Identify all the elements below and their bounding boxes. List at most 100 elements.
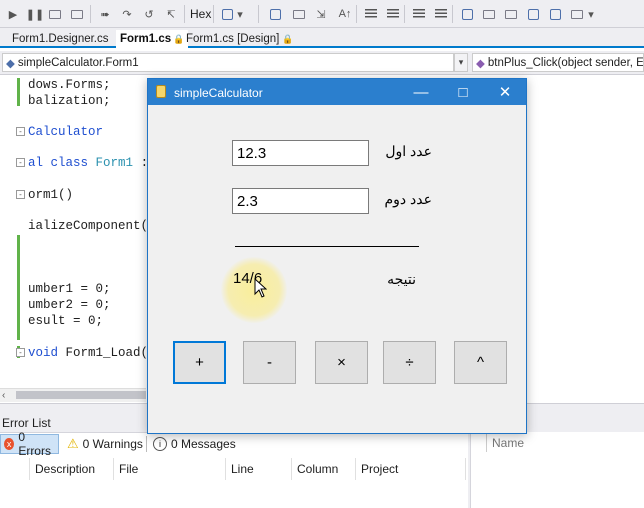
toolbar-separator — [404, 5, 405, 23]
tab-form1-design[interactable]: Form1.cs [Design] 🔒 — [182, 30, 298, 48]
column-header-line[interactable]: Line — [226, 458, 292, 480]
code-line[interactable]: dows.Forms; — [28, 78, 111, 92]
error-list-title: Error List — [2, 416, 51, 430]
warnings-filter-button[interactable]: ⚠ 0 Warnings — [64, 434, 146, 454]
toolbar-separator — [90, 5, 91, 23]
ide-toolbar: ▶ ❚❚ ➠ ↷ ↺ ↸ Hex ▾ ⇲ A↑ ▾ — [0, 0, 644, 28]
code-token: Calculator — [28, 125, 104, 139]
pin-icon[interactable]: 🔒 — [282, 34, 293, 45]
chevron-down-icon[interactable]: ▾ — [234, 5, 246, 23]
column-header-file[interactable]: File — [114, 458, 226, 480]
pause-icon[interactable]: ❚❚ — [26, 5, 44, 23]
toolbar-separator — [258, 5, 259, 23]
decrease-indent-icon[interactable] — [410, 5, 428, 23]
column-header-description[interactable]: Description — [30, 458, 114, 480]
number1-input[interactable]: 12.3 — [232, 140, 369, 166]
code-line[interactable]: void Form1_Load( — [28, 346, 148, 360]
change-marker — [17, 235, 20, 340]
errors-count: 0 Errors — [18, 430, 51, 458]
method-icon: ◆ — [476, 57, 485, 70]
comment-out-icon[interactable] — [362, 5, 380, 23]
uncomment-icon[interactable] — [384, 5, 402, 23]
code-line[interactable]: orm1() — [28, 188, 73, 202]
type-combo[interactable]: ◆ simpleCalculator.Form1 — [2, 53, 454, 72]
restart-icon[interactable] — [68, 5, 86, 23]
change-marker — [17, 78, 20, 106]
editor-margin — [0, 75, 14, 395]
divider-line — [235, 246, 419, 247]
step-over-icon[interactable]: ↺ — [140, 5, 158, 23]
continue-icon[interactable]: ▶ — [4, 5, 22, 23]
number2-input[interactable]: 2.3 — [232, 188, 369, 214]
collapse-icon[interactable]: - — [16, 190, 25, 199]
maximize-button[interactable]: □ — [442, 79, 484, 105]
document-tab-strip: Form1.Designer.cs Form1.cs 🔒 Form1.cs [De… — [0, 28, 644, 48]
step-into-icon[interactable]: ↷ — [118, 5, 136, 23]
messages-filter-button[interactable]: i 0 Messages — [150, 434, 239, 454]
divide-button[interactable]: ÷ — [383, 341, 436, 384]
tab-label: Form1.cs [Design] — [186, 33, 280, 45]
column-header-blank[interactable] — [14, 458, 30, 480]
code-line[interactable]: al class Form1 : — [28, 156, 148, 170]
scroll-left-icon[interactable]: ‹ — [2, 388, 14, 402]
toolbar-separator — [184, 5, 185, 23]
power-button[interactable]: ^ — [454, 341, 507, 384]
toolbar-separator — [146, 436, 147, 452]
code-token: Form1 — [95, 156, 134, 170]
column-header-project[interactable]: Project — [356, 458, 466, 480]
bookmark-prev-folder-icon[interactable] — [524, 5, 542, 23]
tab-form1-cs[interactable]: Form1.cs 🔒 — [116, 30, 189, 48]
minus-button[interactable]: - — [243, 341, 296, 384]
collapse-icon[interactable]: - — [16, 127, 25, 136]
tab-form1-designer-cs[interactable]: Form1.Designer.cs — [8, 30, 113, 48]
tab-label: Form1.cs — [120, 33, 172, 45]
bookmark-next-folder-icon[interactable] — [546, 5, 564, 23]
multiply-button[interactable]: × — [315, 341, 368, 384]
result-label: نتیجه — [387, 271, 416, 287]
number2-label: عدد دوم — [384, 191, 433, 207]
chevron-down-icon[interactable]: ▾ — [454, 53, 468, 72]
hex-toggle-button[interactable]: Hex — [188, 5, 213, 23]
code-line[interactable]: umber1 = 0; — [28, 282, 111, 296]
clear-bookmarks-icon[interactable] — [568, 5, 586, 23]
stop-icon[interactable] — [46, 5, 64, 23]
increase-indent-icon[interactable] — [432, 5, 450, 23]
align-rights-icon[interactable]: ⇲ — [312, 5, 330, 23]
column-header-name[interactable]: Name — [486, 434, 644, 452]
class-icon: ◆ — [6, 57, 15, 70]
info-icon: i — [153, 437, 167, 451]
chevron-down-icon[interactable]: ▾ — [586, 5, 596, 23]
warnings-count: 0 Warnings — [82, 437, 143, 451]
minimize-button[interactable]: — — [400, 79, 442, 105]
toolbar-separator — [213, 5, 214, 23]
close-button[interactable]: ✕ — [484, 79, 526, 105]
navigation-bar: ◆ simpleCalculator.Form1 ▾ ◆ btnPlus_Cli… — [0, 51, 644, 75]
code-line[interactable]: esult = 0; — [28, 314, 103, 328]
number1-label: عدد اول — [385, 143, 432, 159]
show-next-statement-icon[interactable]: ➠ — [96, 5, 114, 23]
plus-button[interactable]: + — [173, 341, 226, 384]
align-centers-icon[interactable] — [290, 5, 308, 23]
bookmark-toggle-icon[interactable] — [458, 5, 476, 23]
errors-filter-button[interactable]: x 0 Errors — [0, 430, 59, 458]
bookmark-next-icon[interactable] — [502, 5, 520, 23]
code-line[interactable]: Calculator — [28, 125, 103, 139]
bookmark-prev-icon[interactable] — [480, 5, 498, 23]
member-combo-value: btnPlus_Click(object sender, Ev — [487, 56, 644, 69]
align-lefts-icon[interactable] — [266, 5, 284, 23]
font-size-icon[interactable]: A↑ — [336, 5, 354, 23]
code-token: Form1_Load( — [65, 346, 149, 360]
code-line[interactable]: umber2 = 0; — [28, 298, 111, 312]
tab-label: Form1.Designer.cs — [12, 33, 109, 45]
collapse-icon[interactable]: - — [16, 158, 25, 167]
window-title: simpleCalculator — [174, 86, 263, 100]
collapse-icon[interactable]: - — [16, 348, 25, 357]
column-header-column[interactable]: Column — [292, 458, 356, 480]
step-out-icon[interactable]: ↸ — [162, 5, 180, 23]
code-token: void — [28, 346, 59, 360]
code-token: al class — [28, 156, 89, 170]
code-line[interactable]: balization; — [28, 94, 111, 108]
member-combo[interactable]: ◆ btnPlus_Click(object sender, Ev — [472, 53, 644, 72]
scrollbar-thumb[interactable] — [16, 391, 146, 399]
code-line[interactable]: ializeComponent( — [28, 219, 148, 233]
